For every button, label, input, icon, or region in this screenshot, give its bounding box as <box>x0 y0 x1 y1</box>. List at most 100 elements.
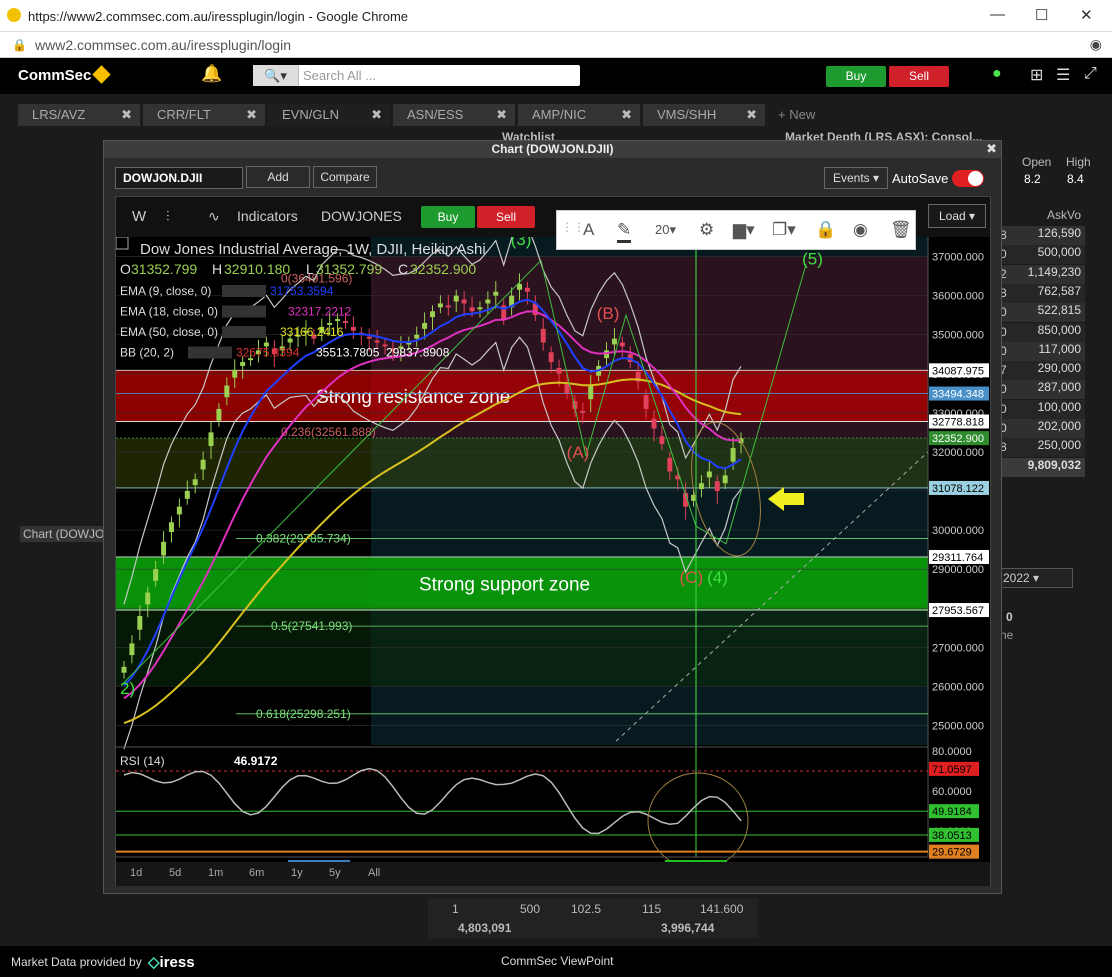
lock-icon[interactable]: 🔒 <box>815 220 836 240</box>
events-dropdown[interactable]: Events ▾ <box>824 167 888 189</box>
drag-handle-icon[interactable]: ⋮⋮ <box>561 220 585 234</box>
visibility-icon[interactable]: ◉ <box>853 220 868 240</box>
close-icon[interactable]: ✖ <box>621 104 632 126</box>
range-5d[interactable]: 5d <box>169 867 181 879</box>
askvol-row: 9,809,032 <box>990 457 1085 477</box>
candle <box>335 319 341 322</box>
chart-area[interactable]: W ⫶ ∿ Indicators DOWJONES Buy Sell Load … <box>115 196 991 886</box>
candle <box>698 483 704 490</box>
text-tool-icon[interactable]: A <box>583 220 594 240</box>
candle <box>722 475 728 484</box>
rsi-label: RSI (14) <box>120 754 165 768</box>
price-tag-label: 33494.348 <box>932 389 984 401</box>
range-1d[interactable]: 1d <box>130 867 142 879</box>
tab-amp-nic[interactable]: AMP/NIC ✖ <box>518 104 640 126</box>
tab-vms-shh[interactable]: VMS/SHH ✖ <box>643 104 765 126</box>
range-1m[interactable]: 1m <box>208 867 223 879</box>
range-all[interactable]: All <box>368 867 380 879</box>
ohlc-label: L <box>306 261 314 277</box>
resistance-zone <box>116 370 928 422</box>
pencil-icon[interactable]: ✎ <box>617 220 632 243</box>
y-tick-label: 37000.000 <box>932 252 984 264</box>
compare-button[interactable]: Compare <box>313 166 377 188</box>
summary-value: 115 <box>642 902 662 916</box>
add-button[interactable]: Add <box>246 166 310 188</box>
close-icon[interactable]: ✖ <box>121 104 132 126</box>
search-box[interactable]: 🔍▾ Search All ... <box>253 65 580 86</box>
range-6m[interactable]: 6m <box>249 867 264 879</box>
indicator-label: BB (20, 2) <box>120 346 174 360</box>
candle <box>176 506 182 515</box>
wave-label: (A) <box>567 443 590 462</box>
candle <box>342 321 348 324</box>
app-header: CommSec 🔔 🔍▾ Search All ... Buy Sell ● ⊞… <box>0 58 1112 94</box>
wave-label: (5) <box>802 249 823 268</box>
font-size-dropdown[interactable]: 20▾ <box>655 222 676 238</box>
left-chart-label[interactable]: Chart (DOWJO <box>20 526 108 542</box>
eye-icon[interactable]: ◉ <box>1090 36 1102 53</box>
y-tick-label: 26000.000 <box>932 681 984 693</box>
ohlc-low: 31352.799 <box>316 261 382 277</box>
indicator-value: 29837.8908 <box>386 346 450 360</box>
range-5y[interactable]: 5y <box>329 867 341 879</box>
y-tick-label: 25000.000 <box>932 720 984 732</box>
dowjones-label[interactable]: DOWJONES <box>321 208 402 224</box>
indicator-controls-icon <box>222 285 266 297</box>
tab-crr-flt[interactable]: CRR/FLT ✖ <box>143 104 265 126</box>
maximize-icon[interactable]: ☐ <box>1035 6 1048 24</box>
viewpoint-label: CommSec ViewPoint <box>501 954 614 968</box>
chart-window-title[interactable]: Chart (DOWJON.DJII) <box>104 141 1001 158</box>
minimize-icon[interactable]: — <box>990 6 1005 23</box>
candle <box>619 342 625 347</box>
chart-sell-button[interactable]: Sell <box>477 206 535 228</box>
indicators-button[interactable]: Indicators <box>237 208 298 224</box>
close-icon[interactable]: ✖ <box>371 104 382 126</box>
close-icon[interactable]: ✖ <box>986 141 997 157</box>
close-icon[interactable]: ✖ <box>746 104 757 126</box>
close-icon[interactable]: ✕ <box>1080 6 1093 24</box>
chart-buy-button[interactable]: Buy <box>421 206 475 228</box>
candle <box>208 432 214 447</box>
plus-icon[interactable]: ⊞ <box>1030 65 1043 85</box>
clone-icon[interactable]: ❐▾ <box>772 220 796 240</box>
template-icon[interactable]: ▆▾ <box>733 220 755 240</box>
indicator-value: 31753.3594 <box>270 284 334 298</box>
candle <box>121 666 127 673</box>
buy-button[interactable]: Buy <box>826 66 886 87</box>
commsec-logo[interactable]: CommSec <box>18 65 112 84</box>
menu-icon[interactable]: ☰ <box>1056 65 1070 85</box>
candle-type-icon[interactable]: ⫶ <box>166 208 170 225</box>
range-1y[interactable]: 1y <box>291 867 303 879</box>
candle <box>216 408 222 421</box>
close-icon[interactable]: ✖ <box>496 104 507 126</box>
price-chart[interactable]: Strong resistance zoneStrong support zon… <box>116 237 990 885</box>
sell-button[interactable]: Sell <box>889 66 949 87</box>
wave-label: (4) <box>707 568 728 587</box>
address-bar[interactable]: 🔒 www2.commsec.com.au/iressplugin/login … <box>0 32 1112 58</box>
close-icon[interactable]: ✖ <box>246 104 257 126</box>
tab-evn-gln[interactable]: EVN/GLN ✖ <box>268 104 390 126</box>
tab-lrs-avz[interactable]: LRS/AVZ ✖ <box>18 104 140 126</box>
settings-icon[interactable]: ⚙ <box>699 220 714 240</box>
y-tick-label: 27000.000 <box>932 642 984 654</box>
tab-asn-ess[interactable]: ASN/ESS ✖ <box>393 104 515 126</box>
load-dropdown[interactable]: Load ▾ <box>928 204 986 228</box>
symbol-input[interactable]: DOWJON.DJII <box>115 167 243 189</box>
fib-label: 0.5(27541.993) <box>271 619 352 633</box>
price-tag-label: 31078.122 <box>932 483 984 495</box>
interval-button[interactable]: W <box>132 208 146 225</box>
bell-icon[interactable]: 🔔 <box>201 64 222 84</box>
autosave-toggle[interactable] <box>952 170 984 187</box>
search-input[interactable]: Search All ... <box>303 68 376 83</box>
summary-value: 141.600 <box>700 902 744 916</box>
year-select[interactable]: 2022 ▾ <box>998 568 1073 588</box>
ne-label: ne <box>1000 628 1014 642</box>
trash-icon[interactable]: 🗑 <box>890 220 912 240</box>
new-tab-button[interactable]: + New <box>778 104 815 126</box>
expand-icon[interactable]: ⤢ <box>1084 65 1097 83</box>
candle <box>588 385 594 400</box>
lightbulb-icon[interactable]: ● <box>992 65 1002 83</box>
search-icon[interactable]: 🔍▾ <box>253 65 299 86</box>
candle <box>714 481 720 491</box>
indicators-icon[interactable]: ∿ <box>208 208 220 225</box>
